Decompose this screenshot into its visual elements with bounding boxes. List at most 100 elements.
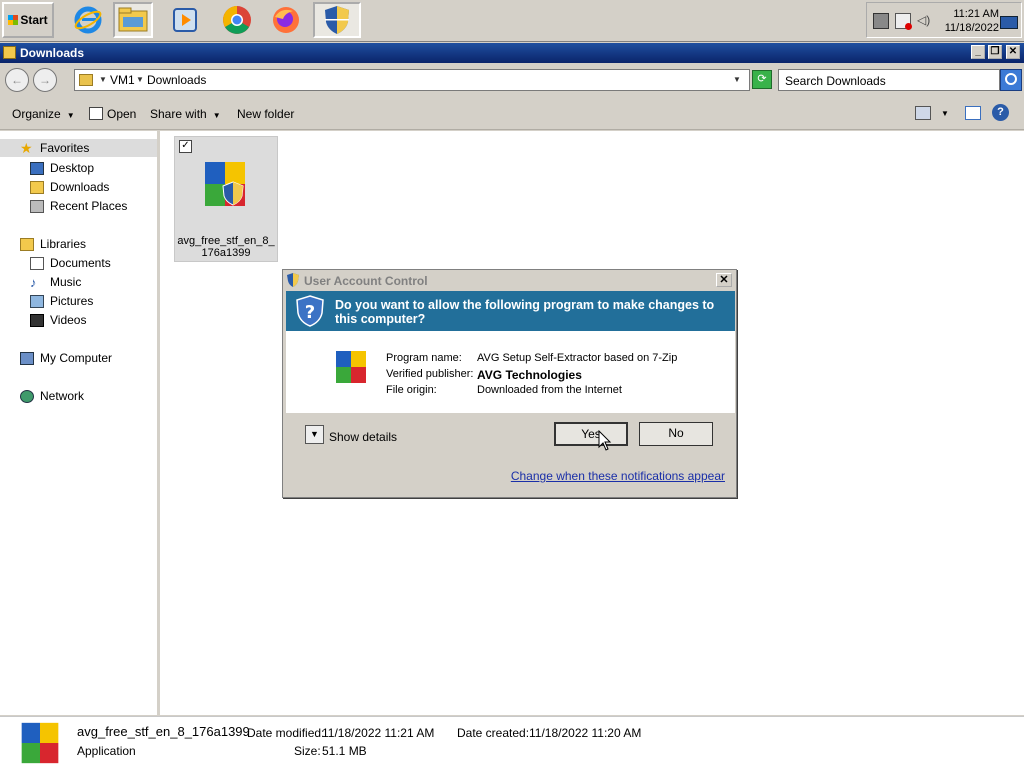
checkbox-checked-icon[interactable]: ✓ [179,140,192,153]
address-field[interactable]: ▼ VM1 ▼ Downloads ▼ [74,69,750,91]
share-with-button[interactable]: Share with ▼ [150,107,221,121]
minimize-button[interactable]: _ [971,45,985,59]
forward-button[interactable]: → [33,68,57,92]
organize-button[interactable]: Organize ▼ [12,107,75,121]
chrome-icon[interactable] [217,2,257,38]
chevron-down-icon: ▼ [66,111,75,120]
nav-label: Videos [50,313,87,327]
view-options-icon[interactable] [915,106,931,120]
back-button[interactable]: ← [5,68,29,92]
nav-label: My Computer [40,351,113,365]
open-button[interactable]: Open [89,107,136,121]
media-player-icon[interactable] [165,2,205,38]
libraries-icon [20,237,34,251]
close-button[interactable]: ✕ [1006,45,1020,59]
nav-favorites[interactable]: ★ Favorites [0,139,157,157]
nav-network[interactable]: Network [20,389,84,403]
nav-documents[interactable]: Documents [30,256,111,270]
window-titlebar[interactable]: Downloads _ ❐ ✕ [0,43,1024,63]
open-icon [89,107,103,120]
origin-label: File origin: [386,384,437,396]
system-tray: ◁) 11:21 AM 11/18/2022 [866,2,1022,38]
nav-videos[interactable]: Videos [30,313,86,327]
avg-installer-icon [205,162,245,206]
volume-icon[interactable]: ◁) [917,13,931,27]
nav-label: Favorites [40,141,90,155]
chevron-down-icon[interactable]: ▼ [136,75,144,84]
internet-explorer-icon[interactable] [68,2,108,38]
firefox-icon[interactable] [266,2,306,38]
refresh-icon[interactable]: ⟳ [752,70,772,89]
open-label: Open [107,107,137,121]
program-name-row: Program name: AVG Setup Self-Extractor b… [386,352,726,366]
show-details-chevron-icon[interactable]: ▼ [305,425,324,444]
uac-shield-taskbar-icon[interactable] [313,2,361,38]
change-notifications-link[interactable]: Change when these notifications appear [511,469,725,483]
address-dropdown-icon[interactable]: ▼ [733,75,741,84]
nav-label: Desktop [50,161,95,175]
search-icon[interactable] [1000,69,1022,91]
date-created-value: 11/18/2022 11:20 AM [529,726,642,740]
computer-icon [20,351,34,365]
chevron-down-icon[interactable]: ▼ [99,75,107,84]
nav-libraries[interactable]: Libraries [20,237,86,251]
nav-downloads[interactable]: Downloads [30,180,109,194]
nav-label: Music [50,275,82,289]
nav-music[interactable]: ♪ Music [30,275,81,289]
details-pane: avg_free_stf_en_8_176a1399 Application D… [0,716,1024,768]
uac-question: Do you want to allow the following progr… [335,298,715,326]
chevron-down-icon: ▼ [212,111,221,120]
avg-installer-icon [336,351,366,383]
nav-desktop[interactable]: Desktop [30,161,94,175]
view-dropdown-icon[interactable]: ▼ [941,109,949,118]
folder-icon [3,46,16,59]
show-desktop-icon[interactable] [1000,16,1018,29]
shield-icon [287,273,299,287]
new-folder-button[interactable]: New folder [237,107,294,121]
file-item[interactable]: ✓ avg_free_stf_en_8_176a1399 [174,136,278,262]
publisher-value: AVG Technologies [477,368,582,382]
uac-question-shield-icon: ? [296,295,324,327]
action-center-icon[interactable] [895,13,912,30]
clock[interactable]: 11:21 AM 11/18/2022 [945,7,999,35]
breadcrumb-vm1[interactable]: VM1 [110,73,135,87]
restore-button[interactable]: ❐ [988,45,1002,59]
videos-icon [30,313,44,327]
no-button[interactable]: No [639,422,713,446]
breadcrumb-downloads[interactable]: Downloads [147,73,206,87]
desktop-icon [30,161,44,175]
uac-title: User Account Control [304,274,428,288]
uac-dialog: User Account Control ✕ ? Do you want to … [282,269,737,498]
origin-row: File origin: Downloaded from the Interne… [386,384,726,398]
nav-label: Network [40,389,85,403]
music-icon: ♪ [30,274,37,290]
nav-label: Downloads [50,180,110,194]
nav-pictures[interactable]: Pictures [30,294,93,308]
file-name: avg_free_stf_en_8_176a1399 [177,235,275,259]
uac-header: ? Do you want to allow the following pro… [286,291,735,331]
clock-time: 11:21 AM [953,8,999,20]
date-created-label: Date created: [457,726,530,740]
file-explorer-icon[interactable] [113,2,153,38]
nav-label: Recent Places [50,199,128,213]
network-status-icon[interactable] [873,13,889,29]
start-button[interactable]: Start [2,2,54,38]
start-label: Start [20,13,48,27]
nav-label: Documents [50,256,111,270]
preview-pane-icon[interactable] [965,106,981,120]
yes-button[interactable]: Yes [554,422,628,446]
nav-my-computer[interactable]: My Computer [20,351,112,365]
nav-label: Libraries [40,237,87,251]
show-details-label[interactable]: Show details [329,430,397,444]
program-name-label: Program name: [386,352,462,364]
windows-logo-icon [8,15,19,25]
nav-recent-places[interactable]: Recent Places [30,199,127,213]
uac-close-button[interactable]: ✕ [716,273,732,287]
origin-value: Downloaded from the Internet [477,384,622,396]
help-icon[interactable]: ? [992,104,1009,121]
uac-titlebar[interactable]: User Account Control ✕ [283,270,736,290]
navigation-pane: ★ Favorites Desktop Downloads Recent Plac… [0,131,160,715]
downloads-folder-icon [30,180,44,194]
svg-text:?: ? [305,302,315,323]
search-input[interactable]: Search Downloads [778,69,1000,91]
